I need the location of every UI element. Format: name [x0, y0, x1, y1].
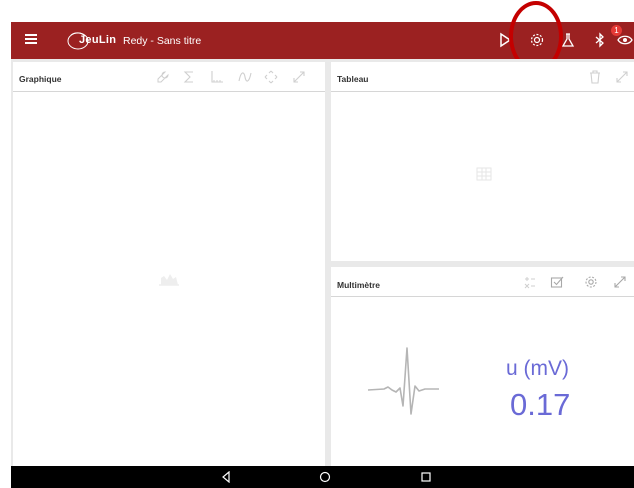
sum-icon[interactable]: [182, 70, 196, 84]
empty-table-icon: [476, 167, 492, 181]
checkbox-icon[interactable]: [550, 275, 564, 289]
home-icon[interactable]: [319, 471, 331, 483]
menu-icon[interactable]: [25, 33, 39, 47]
expand-icon[interactable]: [615, 70, 629, 84]
back-icon[interactable]: [220, 471, 232, 483]
graph-panel-header: Graphique: [13, 62, 325, 92]
move-icon[interactable]: [264, 70, 278, 84]
axes-icon[interactable]: [210, 70, 224, 84]
multimeter-panel-title: Multimètre: [337, 280, 380, 290]
trash-icon[interactable]: [588, 70, 602, 84]
measurement-label: u (mV): [506, 357, 569, 380]
brand-name: JeuLin: [79, 34, 117, 46]
android-nav-bar: [11, 466, 634, 488]
expand-icon[interactable]: [613, 275, 627, 289]
measurement-value: 0.17: [510, 387, 571, 422]
wrench-icon[interactable]: [156, 70, 170, 84]
document-title: Redy - Sans titre: [123, 35, 202, 47]
waveform-icon: [367, 347, 439, 415]
multimeter-panel: Multimètre u (mV) 0.17: [331, 267, 634, 466]
expand-icon[interactable]: [292, 70, 306, 84]
settings-icon[interactable]: [584, 275, 598, 289]
multimeter-panel-header: Multimètre: [331, 267, 634, 297]
table-panel-title: Tableau: [337, 74, 369, 84]
recents-icon[interactable]: [420, 471, 432, 483]
graph-panel: Graphique: [13, 62, 325, 466]
bluetooth-icon[interactable]: [592, 32, 608, 48]
curve-icon[interactable]: [238, 70, 252, 84]
eye-icon[interactable]: [617, 32, 633, 48]
graph-panel-title: Graphique: [19, 74, 62, 84]
workspace: Graphique Tableau Multimètre u (mV) 0.17: [11, 59, 634, 466]
empty-chart-icon: [159, 274, 179, 286]
table-panel: Tableau: [331, 62, 634, 261]
table-panel-header: Tableau: [331, 62, 634, 92]
settings-precision-icon[interactable]: [523, 275, 537, 289]
